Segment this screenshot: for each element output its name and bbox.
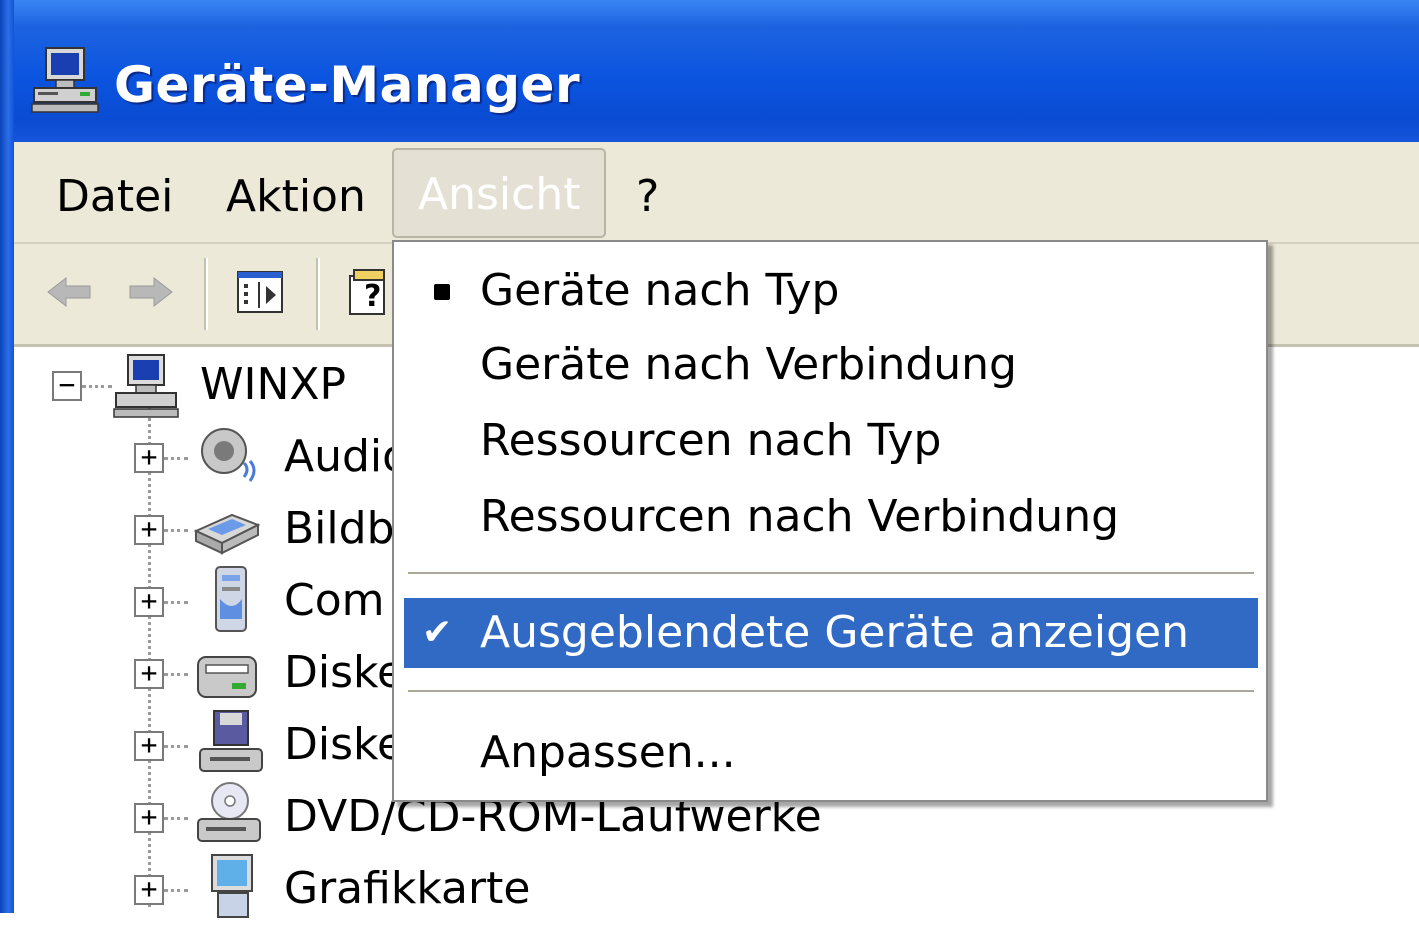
menu-item-devices-by-type[interactable]: Geräte nach Typ bbox=[404, 256, 1258, 326]
disk-drive-icon bbox=[197, 656, 257, 698]
computer-tower-icon bbox=[215, 566, 247, 632]
tree-connector bbox=[164, 889, 188, 892]
checkmark-icon: ✔ bbox=[422, 612, 453, 653]
properties-icon[interactable]: ? bbox=[344, 266, 394, 318]
expand-button[interactable]: + bbox=[134, 659, 164, 689]
menu-ansicht[interactable]: Ansicht bbox=[392, 148, 607, 238]
menu-item-devices-by-connection[interactable]: Geräte nach Verbindung bbox=[404, 330, 1258, 400]
forward-arrow-icon[interactable] bbox=[126, 272, 176, 312]
expand-button[interactable]: + bbox=[134, 443, 164, 473]
computer-icon bbox=[31, 47, 99, 113]
view-dropdown-menu: Geräte nach Typ Geräte nach Verbindung R… bbox=[392, 240, 1268, 802]
tree-connector bbox=[164, 457, 188, 460]
tree-connector bbox=[164, 745, 188, 748]
toolbar-separator bbox=[316, 258, 320, 330]
tree-connector bbox=[164, 601, 188, 604]
menu-bar: Datei Aktion Ansicht ? bbox=[14, 142, 1419, 244]
tree-connector bbox=[82, 385, 112, 388]
floppy-drive-icon bbox=[199, 710, 263, 772]
computer-icon bbox=[113, 354, 179, 418]
tree-item-label[interactable]: Diske bbox=[284, 637, 404, 709]
tree-connector bbox=[164, 529, 188, 532]
menu-help[interactable]: ? bbox=[636, 172, 659, 222]
menu-datei[interactable]: Datei bbox=[56, 172, 173, 222]
svg-text:?: ? bbox=[364, 279, 381, 314]
tree-connector bbox=[164, 817, 188, 820]
expand-button[interactable]: + bbox=[134, 731, 164, 761]
expand-button[interactable]: + bbox=[134, 875, 164, 905]
tree-item-label[interactable]: Audio bbox=[284, 421, 409, 493]
device-manager-window: Geräte-Manager Datei Aktion Ansicht ? ? bbox=[0, 0, 1419, 918]
back-arrow-icon[interactable] bbox=[44, 272, 94, 312]
show-hide-console-tree-icon[interactable] bbox=[236, 270, 284, 314]
menu-item-customize[interactable]: Anpassen... bbox=[404, 718, 1258, 788]
expand-button[interactable]: + bbox=[134, 587, 164, 617]
toolbar-separator bbox=[204, 258, 208, 330]
title-bar[interactable]: Geräte-Manager bbox=[0, 0, 1419, 142]
tree-item-label[interactable]: Grafikkarte bbox=[284, 853, 530, 925]
menu-item-show-hidden-devices[interactable]: ✔ Ausgeblendete Geräte anzeigen bbox=[404, 598, 1258, 668]
menu-aktion[interactable]: Aktion bbox=[226, 172, 366, 222]
cdrom-icon bbox=[197, 782, 261, 842]
scanner-icon bbox=[193, 513, 261, 555]
collapse-button[interactable]: − bbox=[52, 371, 82, 401]
menu-item-resources-by-type[interactable]: Ressourcen nach Typ bbox=[404, 406, 1258, 476]
menu-item-resources-by-connection[interactable]: Ressourcen nach Verbindung bbox=[404, 482, 1258, 552]
audio-icon bbox=[201, 428, 256, 482]
radio-bullet-icon bbox=[434, 284, 450, 300]
display-adapter-icon bbox=[211, 854, 253, 918]
expand-button[interactable]: + bbox=[134, 803, 164, 833]
menu-separator bbox=[408, 572, 1254, 576]
window-title: Geräte-Manager bbox=[114, 56, 581, 114]
tree-item-label[interactable]: Com bbox=[284, 565, 385, 637]
expand-button[interactable]: + bbox=[134, 515, 164, 545]
menu-separator bbox=[408, 690, 1254, 694]
tree-root-label[interactable]: WINXP bbox=[200, 349, 346, 421]
tree-connector bbox=[164, 673, 188, 676]
window-left-border bbox=[0, 0, 14, 913]
tree-item-label[interactable]: Diske bbox=[284, 709, 404, 781]
